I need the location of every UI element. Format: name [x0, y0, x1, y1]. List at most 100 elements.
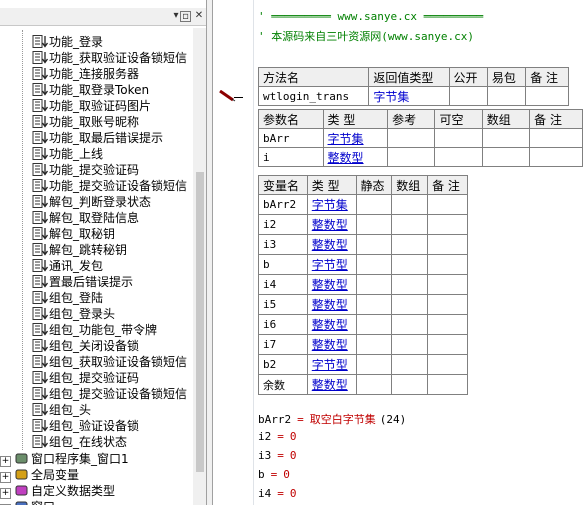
tree-item-subroutine[interactable]: 功能_取登录Token [32, 82, 149, 98]
var-static[interactable] [355, 234, 393, 255]
code-statement[interactable]: i2 = 0 [258, 430, 301, 443]
param-reference[interactable] [387, 128, 436, 148]
var-row[interactable]: i2 整数型 [258, 214, 468, 235]
var-row[interactable]: b2 字节型 [258, 354, 468, 375]
param-remark[interactable] [529, 128, 583, 148]
param-reference[interactable] [387, 147, 436, 167]
var-remark[interactable] [427, 354, 468, 375]
param-array[interactable] [481, 147, 531, 167]
tree-item-subroutine[interactable]: 组包_验证设备锁 [32, 418, 139, 434]
tree-item-subroutine[interactable]: 组包_头 [32, 402, 91, 418]
expand-icon[interactable]: + [0, 488, 11, 499]
expand-icon[interactable]: + [0, 472, 11, 483]
pin-icon[interactable]: ▫ [180, 11, 191, 22]
tree-item-subroutine[interactable]: 解包_取秘钥 [32, 226, 115, 242]
var-remark[interactable] [427, 374, 468, 395]
var-static[interactable] [355, 274, 393, 295]
var-row[interactable]: i4 整数型 [258, 274, 468, 295]
method-public[interactable] [448, 86, 488, 106]
var-static[interactable] [355, 314, 393, 335]
tree-item-subroutine[interactable]: 功能_取账号昵称 [32, 114, 139, 130]
tree-scrollbar-thumb[interactable] [196, 172, 204, 472]
var-name[interactable]: 余数 [258, 374, 308, 395]
var-type[interactable]: 字节型 [306, 254, 357, 275]
tree-item-subroutine[interactable]: 功能_获取验证设备锁短信 [32, 50, 187, 66]
expand-icon[interactable]: + [0, 456, 11, 467]
code-statement[interactable]: i3 = 0 [258, 449, 301, 462]
var-array[interactable] [391, 254, 429, 275]
var-name[interactable]: i5 [258, 294, 308, 315]
tree-item-subroutine[interactable]: 组包_在线状态 [32, 434, 127, 450]
var-type[interactable]: 整数型 [306, 334, 357, 355]
code-editor[interactable]: ' ═════════ www.sanye.cx ═════════ ' 本源码… [213, 0, 583, 505]
tree-item-subroutine[interactable]: 功能_提交验证设备锁短信 [32, 178, 187, 194]
var-array[interactable] [391, 314, 429, 335]
tree-item-subroutine[interactable]: 功能_取验证码图片 [32, 98, 151, 114]
param-name[interactable]: bArr [258, 128, 324, 148]
param-type[interactable]: 字节集 [322, 128, 389, 148]
var-type[interactable]: 字节型 [306, 354, 357, 375]
var-name[interactable]: i6 [258, 314, 308, 335]
var-remark[interactable] [427, 214, 468, 235]
var-type[interactable]: 整数型 [306, 374, 357, 395]
param-row[interactable]: i 整数型 [258, 147, 583, 167]
code-statement[interactable]: b = 0 [258, 468, 294, 481]
method-name[interactable]: wtlogin_trans [257, 86, 370, 106]
panel-splitter[interactable] [206, 0, 213, 505]
collapse-dash[interactable] [234, 97, 243, 98]
tree-root-item[interactable]: + 自定义数据类型 [0, 483, 115, 499]
var-array[interactable] [391, 234, 429, 255]
tree-root-item[interactable]: +窗口 [0, 499, 55, 505]
var-row[interactable]: i6 整数型 [258, 314, 468, 335]
var-remark[interactable] [427, 254, 468, 275]
var-name[interactable]: bArr2 [258, 194, 308, 215]
var-static[interactable] [355, 354, 393, 375]
var-array[interactable] [391, 274, 429, 295]
method-remark[interactable] [525, 86, 569, 106]
code-statement[interactable]: bArr2 = 取空白字节集 (24) [258, 411, 406, 427]
var-row[interactable]: bArr2 字节集 [258, 194, 468, 215]
tree-item-subroutine[interactable]: 功能_上线 [32, 146, 103, 162]
param-nullable[interactable] [434, 147, 483, 167]
var-remark[interactable] [427, 294, 468, 315]
code-statement[interactable]: i4 = 0 [258, 487, 301, 500]
var-row[interactable]: i3 整数型 [258, 234, 468, 255]
tree-item-subroutine[interactable]: 解包_取登陆信息 [32, 210, 139, 226]
var-name[interactable]: i2 [258, 214, 308, 235]
tree-item-subroutine[interactable]: 组包_提交验证码 [32, 370, 139, 386]
var-static[interactable] [355, 294, 393, 315]
var-array[interactable] [391, 194, 429, 215]
tree-root-item[interactable]: + 全局变量 [0, 467, 79, 483]
var-array[interactable] [391, 294, 429, 315]
tree-item-subroutine[interactable]: 功能_提交验证码 [32, 162, 139, 178]
param-row[interactable]: bArr 字节集 [258, 128, 583, 148]
var-array[interactable] [391, 374, 429, 395]
var-row[interactable]: i5 整数型 [258, 294, 468, 315]
var-remark[interactable] [427, 194, 468, 215]
tree-item-subroutine[interactable]: 置最后错误提示 [32, 274, 133, 290]
var-name[interactable]: b2 [258, 354, 308, 375]
var-type[interactable]: 整数型 [306, 274, 357, 295]
var-array[interactable] [391, 354, 429, 375]
var-type[interactable]: 整数型 [306, 314, 357, 335]
param-array[interactable] [481, 128, 531, 148]
var-static[interactable] [355, 194, 393, 215]
var-remark[interactable] [427, 234, 468, 255]
var-name[interactable]: b [258, 254, 308, 275]
var-array[interactable] [391, 334, 429, 355]
var-name[interactable]: i4 [258, 274, 308, 295]
tree-item-subroutine[interactable]: 功能_取最后错误提示 [32, 130, 163, 146]
tree-item-subroutine[interactable]: 功能_登录 [32, 34, 103, 50]
method-return-type[interactable]: 字节集 [368, 86, 450, 106]
tree-item-subroutine[interactable]: 解包_跳转秘钥 [32, 242, 127, 258]
method-easy-pack[interactable] [486, 86, 527, 106]
var-row[interactable]: i7 整数型 [258, 334, 468, 355]
var-type[interactable]: 字节集 [306, 194, 357, 215]
tree-item-subroutine[interactable]: 组包_获取验证设备锁短信 [32, 354, 187, 370]
tree-item-subroutine[interactable]: 组包_登录头 [32, 306, 115, 322]
var-type[interactable]: 整数型 [306, 234, 357, 255]
tree-item-subroutine[interactable]: 功能_连接服务器 [32, 66, 139, 82]
tree-root-item[interactable]: + 窗口程序集_窗口1 [0, 451, 129, 467]
method-row[interactable]: wtlogin_trans 字节集 [257, 86, 569, 106]
var-static[interactable] [355, 374, 393, 395]
